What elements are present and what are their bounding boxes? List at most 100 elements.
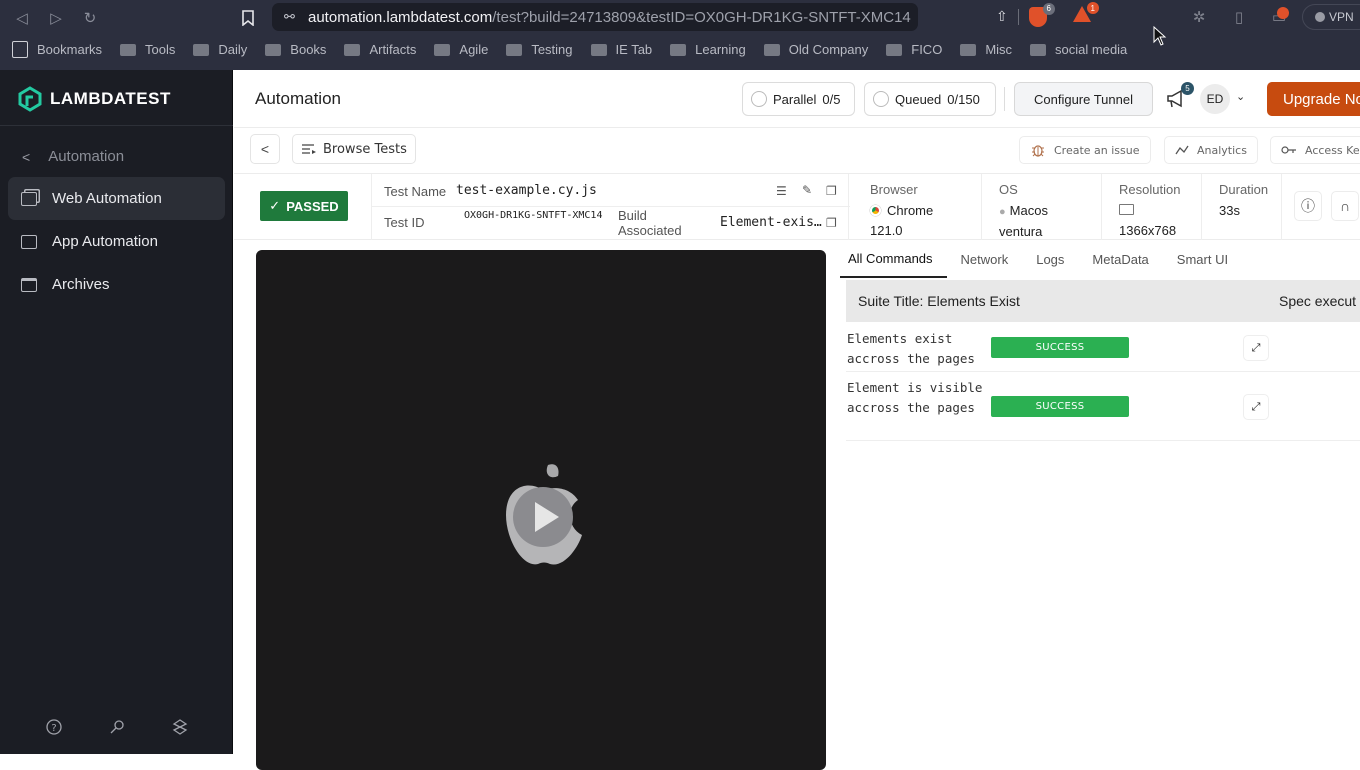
parallel-value: 0/5 bbox=[822, 91, 841, 107]
extensions-puzzle-icon[interactable]: ✲ bbox=[1190, 8, 1208, 26]
tab-logs[interactable]: Logs bbox=[1022, 240, 1078, 278]
main-content: Automation Parallel 0/5 Queued 0/150 Con… bbox=[234, 70, 1360, 770]
expand-button[interactable]: ⤢ bbox=[1243, 394, 1269, 420]
list-play-icon bbox=[302, 144, 316, 154]
address-bar[interactable]: ⚯ automation.lambdatest.com/test?build=2… bbox=[272, 3, 918, 31]
create-issue-label: Create an issue bbox=[1054, 143, 1140, 157]
video-player[interactable] bbox=[256, 250, 826, 770]
bookmark-label: Bookmarks bbox=[37, 42, 103, 57]
queued-status[interactable]: Queued 0/150 bbox=[864, 82, 996, 116]
more-button[interactable]: ∩ bbox=[1331, 191, 1359, 221]
sidebar-item-app-automation[interactable]: App Automation bbox=[8, 220, 225, 263]
bookmark-item[interactable]: FICO bbox=[886, 42, 942, 57]
list-play-icon[interactable]: ☰ bbox=[776, 184, 787, 198]
reload-icon[interactable]: ↻ bbox=[80, 8, 100, 28]
bookmark-item[interactable]: Old Company bbox=[763, 42, 868, 57]
analytics-button[interactable]: Analytics bbox=[1164, 136, 1258, 164]
copy-icon[interactable]: ❐ bbox=[826, 184, 837, 198]
sidebar-item-web-automation[interactable]: Web Automation bbox=[8, 177, 225, 220]
chevron-down-icon[interactable]: ⌄ bbox=[1236, 90, 1245, 103]
monitor-icon bbox=[1119, 204, 1134, 215]
play-icon[interactable] bbox=[535, 502, 559, 532]
archive-icon bbox=[21, 277, 37, 292]
share-icon[interactable]: ⇧ bbox=[996, 8, 1008, 25]
info-button[interactable]: ⓘ bbox=[1294, 191, 1322, 221]
integrations-icon[interactable] bbox=[171, 718, 189, 736]
bookmark-item[interactable]: Artifacts bbox=[344, 42, 416, 57]
configure-tunnel-button[interactable]: Configure Tunnel bbox=[1014, 82, 1153, 116]
command-text: Elements exist accross the pages bbox=[847, 331, 975, 366]
url-host: automation.lambdatest.com bbox=[308, 8, 493, 26]
folder-icon bbox=[886, 43, 903, 56]
bookmark-item[interactable]: Agile bbox=[434, 42, 488, 57]
access-key-button[interactable]: Access Key bbox=[1270, 136, 1360, 164]
bookmark-label: FICO bbox=[911, 42, 943, 57]
parallel-status[interactable]: Parallel 0/5 bbox=[742, 82, 855, 116]
sidebar-back-label: Automation bbox=[48, 148, 125, 165]
browser-name: Chrome bbox=[887, 203, 934, 218]
bookmark-page-icon[interactable] bbox=[238, 8, 258, 28]
bookmark-item[interactable]: social media bbox=[1030, 42, 1127, 57]
notifications-badge: 5 bbox=[1181, 82, 1194, 95]
top-header: Automation Parallel 0/5 Queued 0/150 Con… bbox=[234, 70, 1360, 128]
parallel-label: Parallel bbox=[773, 91, 817, 107]
lambdatest-logo[interactable]: LAMBDATEST bbox=[18, 86, 171, 112]
duration-label: Duration bbox=[1219, 182, 1269, 197]
bookmark-item[interactable]: Bookmarks bbox=[12, 41, 102, 58]
resolution-info: Resolution 1366x768 bbox=[1102, 174, 1202, 240]
bookmark-label: Tools bbox=[145, 42, 176, 57]
sidebar-back-automation[interactable]: < Automation bbox=[22, 148, 124, 165]
logo-text: LAMBDATEST bbox=[50, 89, 171, 108]
browse-tests-label: Browse Tests bbox=[323, 141, 407, 157]
tab-smart-ui[interactable]: Smart UI bbox=[1163, 240, 1242, 278]
vpn-button[interactable]: VPN bbox=[1302, 4, 1360, 30]
brave-shields-icon[interactable]: 6 bbox=[1028, 2, 1055, 27]
tab-metadata[interactable]: MetaData bbox=[1078, 240, 1162, 278]
site-settings-icon[interactable]: ⚯ bbox=[284, 9, 304, 25]
folder-icon bbox=[344, 43, 361, 56]
upgrade-button[interactable]: Upgrade Now bbox=[1267, 82, 1360, 116]
resolution-value: 1366x768 bbox=[1119, 201, 1201, 241]
os-label: OS bbox=[999, 182, 1018, 197]
vpn-status-icon bbox=[1315, 12, 1325, 22]
copy-icon[interactable]: ❐ bbox=[826, 216, 837, 230]
bookmark-item[interactable]: Tools bbox=[120, 42, 175, 57]
back-icon[interactable]: ◁ bbox=[12, 8, 32, 28]
browse-tests-button[interactable]: Browse Tests bbox=[292, 134, 416, 164]
sidebar-item-archives[interactable]: Archives bbox=[8, 263, 225, 306]
header-separator bbox=[1004, 87, 1005, 111]
key-icon[interactable] bbox=[108, 718, 126, 736]
rewards-button[interactable]: 1 bbox=[1057, 2, 1099, 27]
bookmark-item[interactable]: Learning bbox=[670, 42, 746, 57]
folder-icon bbox=[434, 43, 451, 56]
tab-all-commands[interactable]: All Commands bbox=[840, 240, 947, 278]
edit-pencil-icon[interactable]: ✎ bbox=[802, 183, 812, 197]
url-text[interactable]: automation.lambdatest.com/test?build=247… bbox=[308, 9, 911, 26]
analytics-label: Analytics bbox=[1197, 143, 1247, 157]
test-name-value: test-example.cy.js bbox=[456, 183, 597, 198]
bookmark-item[interactable]: IE Tab bbox=[590, 42, 652, 57]
spec-execution-label: Spec execut bbox=[1279, 293, 1357, 309]
tab-network[interactable]: Network bbox=[947, 240, 1023, 278]
info-icon: ⓘ bbox=[1301, 198, 1315, 214]
help-icon[interactable]: ? bbox=[45, 718, 63, 736]
duration-value: 33s bbox=[1219, 203, 1240, 218]
back-button[interactable]: < bbox=[250, 134, 280, 164]
user-avatar[interactable]: ED bbox=[1200, 84, 1230, 114]
bookmark-label: Books bbox=[290, 42, 327, 57]
expand-button[interactable]: ⤢ bbox=[1243, 335, 1269, 361]
address-actions: ⇧ 6 1 bbox=[996, 2, 1099, 27]
separator bbox=[1017, 8, 1019, 25]
bookmark-item[interactable]: Daily bbox=[193, 42, 247, 57]
bookmark-item[interactable]: Testing bbox=[506, 42, 573, 57]
success-badge: SUCCESS bbox=[991, 396, 1129, 417]
bookmark-item[interactable]: Misc bbox=[960, 42, 1012, 57]
forward-icon[interactable]: ▷ bbox=[46, 8, 66, 28]
mouse-cursor-icon bbox=[1153, 26, 1167, 46]
browser-info: Browser Chrome 121.0 bbox=[853, 174, 982, 240]
url-path: /test?build=24713809&testID=OX0GH-DR1KG-… bbox=[492, 8, 911, 26]
build-associated-value[interactable]: Element-exis… bbox=[720, 215, 822, 230]
bookmark-item[interactable]: Books bbox=[265, 42, 326, 57]
sidebar-toggle-icon[interactable]: ▯ bbox=[1230, 8, 1248, 26]
create-issue-button[interactable]: Create an issue bbox=[1019, 136, 1151, 164]
